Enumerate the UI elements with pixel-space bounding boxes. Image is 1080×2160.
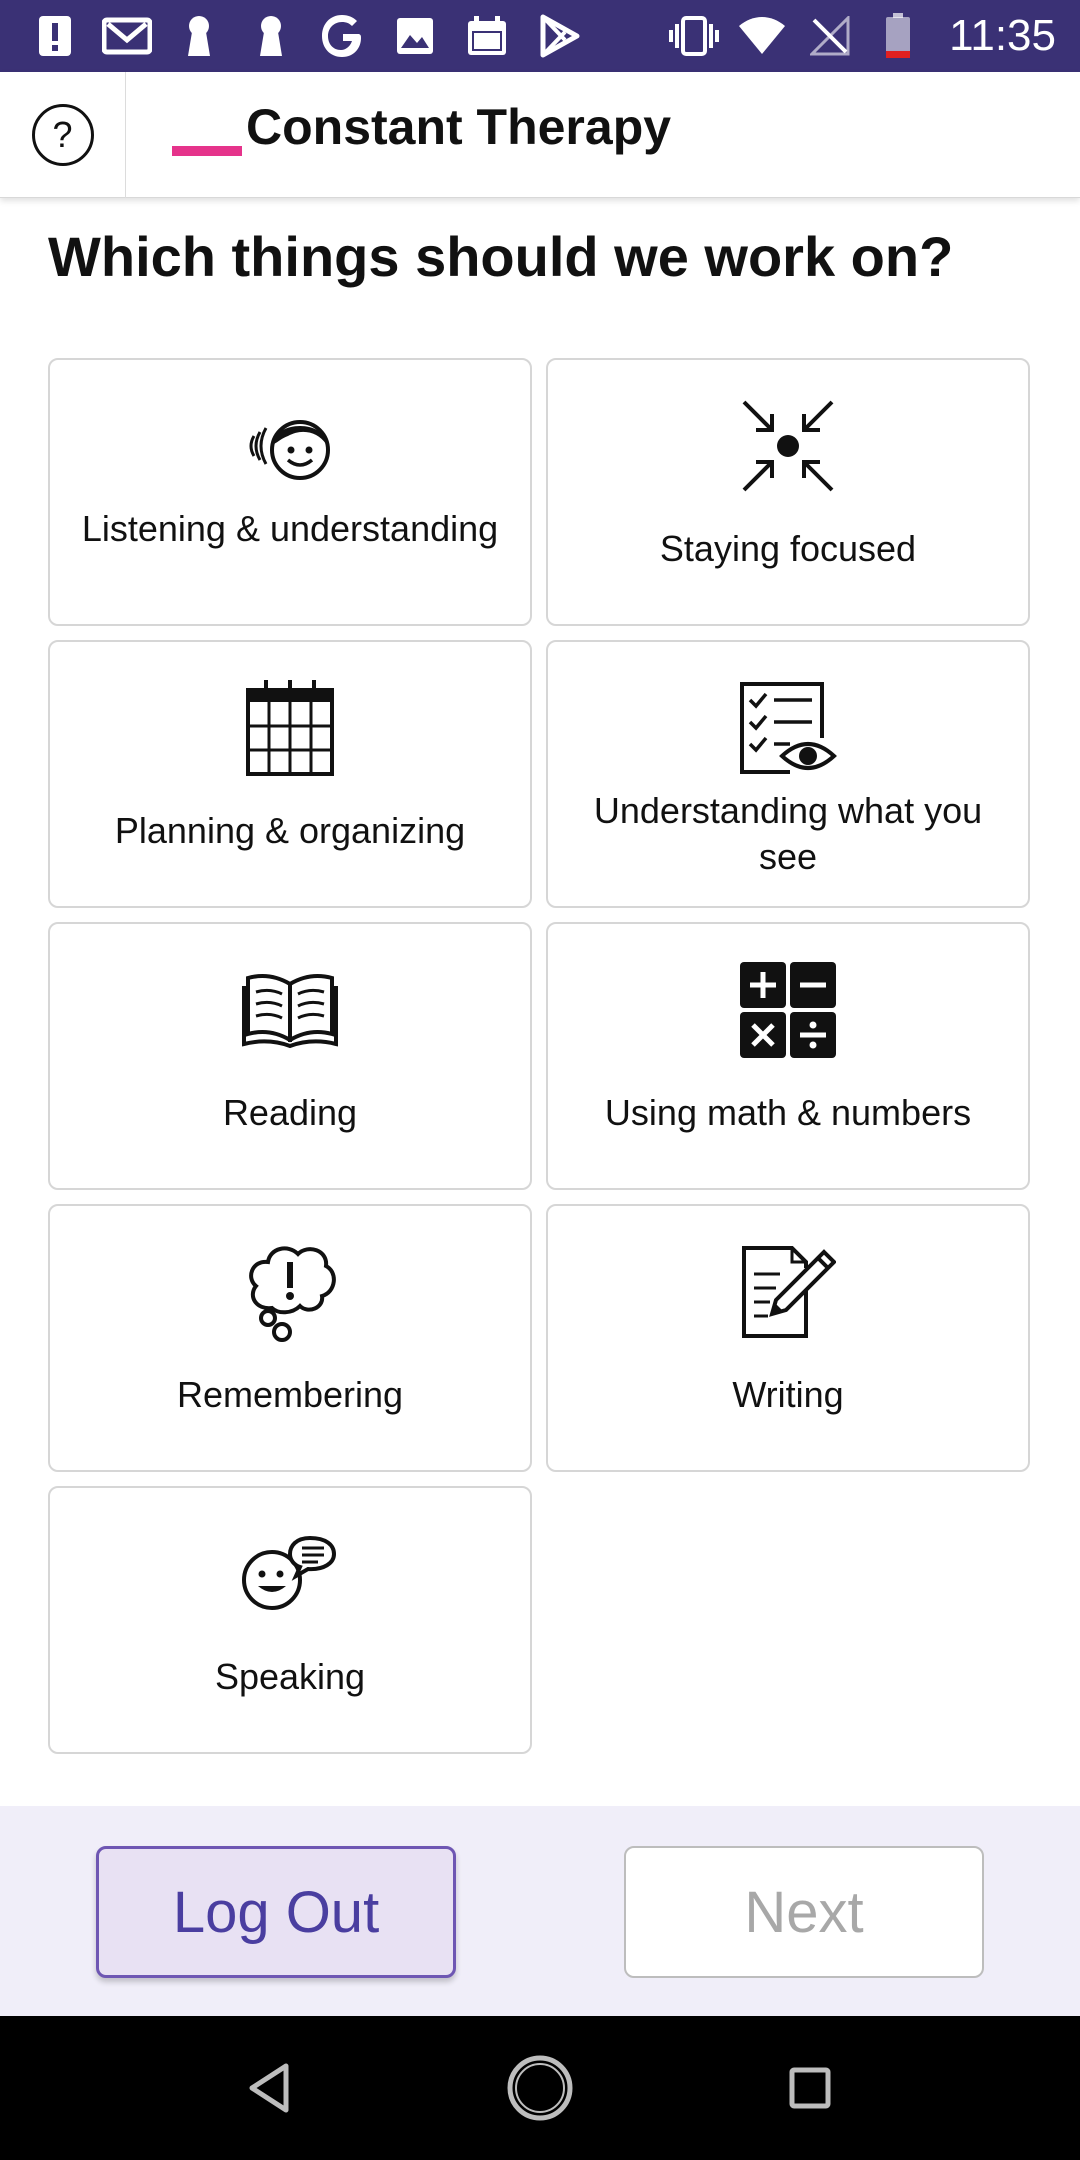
paper-pencil-icon [738, 1242, 838, 1342]
option-card-speaking[interactable]: Speaking [48, 1486, 532, 1754]
keyhole-icon [174, 11, 224, 61]
alert-icon [30, 11, 80, 61]
image-icon [390, 11, 440, 61]
home-icon[interactable] [502, 2050, 578, 2126]
mail-icon [102, 11, 152, 61]
play-store-icon [534, 11, 584, 61]
option-card-reading[interactable]: Reading [48, 922, 532, 1190]
option-card-focus[interactable]: Staying focused [546, 358, 1030, 626]
calendar-grid-icon [240, 678, 340, 778]
question-icon: ? [31, 104, 94, 166]
focus-arrows-icon [738, 396, 838, 496]
open-book-icon [240, 960, 340, 1060]
footer-bar: Log Out Next [0, 1806, 1080, 2016]
recents-icon[interactable] [772, 2050, 848, 2126]
help-button[interactable]: ? [0, 72, 126, 198]
option-label: Writing [732, 1374, 844, 1415]
thought-bubble-icon [240, 1242, 340, 1342]
checklist-eye-icon [738, 678, 838, 778]
option-label: Using math & numbers [604, 1092, 972, 1133]
option-label: Speaking [214, 1656, 366, 1697]
options-grid: Listening & understanding Staying focuse… [48, 358, 1032, 1754]
back-icon[interactable] [232, 2050, 308, 2126]
keyhole-icon [246, 11, 296, 61]
option-label: Reading [222, 1092, 358, 1133]
notification-icons [30, 0, 584, 72]
status-bar: 11:35 [0, 0, 1080, 72]
no-signal-icon [805, 11, 855, 61]
system-status-icons: 11:35 [669, 0, 1056, 72]
page-title: Which things should we work on? [48, 225, 954, 288]
vibrate-icon [669, 11, 720, 61]
option-card-listening[interactable]: Listening & understanding [48, 358, 532, 626]
math-operators-icon [738, 960, 838, 1060]
battery-low-icon [873, 11, 923, 61]
google-icon [318, 11, 368, 61]
option-card-remembering[interactable]: Remembering [48, 1204, 532, 1472]
option-label: Listening & understanding [81, 508, 499, 549]
option-card-visual[interactable]: Understanding what you see [546, 640, 1030, 908]
calendar-icon [462, 11, 512, 61]
speaking-face-icon [240, 1524, 340, 1624]
app-bar: ? Constant Therapy [0, 72, 1080, 198]
option-label: Planning & organizing [114, 810, 466, 851]
next-button[interactable]: Next [624, 1846, 984, 1978]
listening-face-icon [240, 396, 340, 496]
app-title: Constant Therapy [246, 99, 672, 155]
navigation-bar [0, 2016, 1080, 2160]
option-label: Remembering [176, 1374, 404, 1415]
clock: 11:35 [949, 11, 1056, 60]
option-card-math[interactable]: Using math & numbers [546, 922, 1030, 1190]
logo-accent-bar [172, 146, 242, 156]
option-card-planning[interactable]: Planning & organizing [48, 640, 532, 908]
wifi-icon [737, 11, 787, 61]
option-label: Understanding what you see [593, 790, 983, 877]
option-label: Staying focused [659, 528, 917, 569]
log-out-button[interactable]: Log Out [96, 1846, 456, 1978]
option-card-writing[interactable]: Writing [546, 1204, 1030, 1472]
